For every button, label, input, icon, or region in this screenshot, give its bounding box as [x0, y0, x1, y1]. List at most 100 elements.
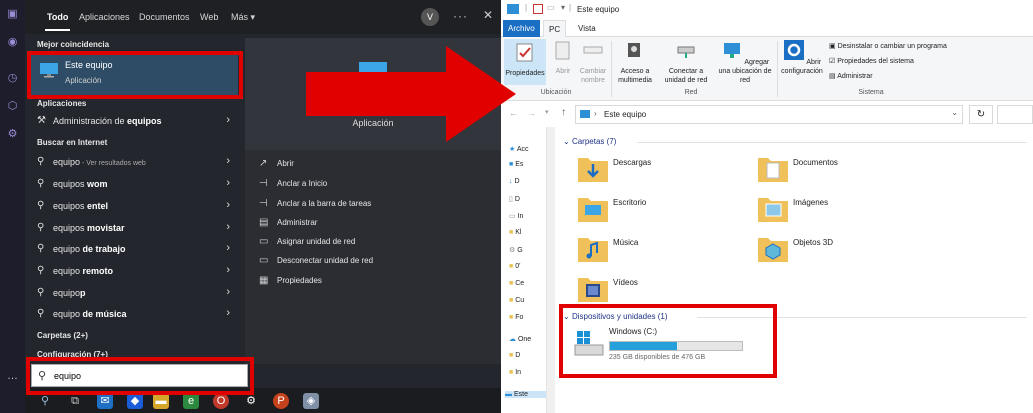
- opera-icon[interactable]: O: [213, 393, 229, 409]
- nav-item[interactable]: ■ D: [509, 352, 520, 359]
- web-result-prefix: equipos: [53, 179, 88, 189]
- chevron-right-icon[interactable]: ›: [226, 286, 230, 298]
- nav-item[interactable]: ■ Ce: [509, 280, 524, 287]
- twitch-icon[interactable]: ▣: [6, 8, 19, 21]
- uninstall-program-link[interactable]: ▣ Desinstalar o cambiar un programa: [829, 42, 947, 50]
- chevron-right-icon[interactable]: ›: [226, 307, 230, 319]
- filter-todo[interactable]: Todo: [44, 12, 71, 31]
- web-result-item[interactable]: ⚲ equipo de música ›: [31, 304, 238, 325]
- open-settings-button[interactable]: Abrir configuración: [779, 39, 825, 76]
- chevron-right-icon[interactable]: ›: [226, 177, 230, 189]
- recent-dropdown-icon[interactable]: ▾: [545, 108, 549, 116]
- app-icon[interactable]: ◈: [303, 393, 319, 409]
- quick-access-dropdown-icon[interactable]: ▾: [561, 3, 565, 12]
- folder-imagenes[interactable]: Imágenes: [757, 194, 927, 230]
- gear-icon[interactable]: ⚙: [6, 128, 19, 141]
- folder-label: Vídeos: [613, 278, 638, 287]
- task-view-icon[interactable]: ⧉: [67, 393, 83, 409]
- add-network-location-button[interactable]: Agregar una ubicación de red: [715, 39, 775, 85]
- web-result-item[interactable]: ⚲ equipo de trabajo ›: [31, 239, 238, 260]
- nav-item[interactable]: ■ Es: [509, 161, 523, 168]
- filter-mas[interactable]: Más ▾: [231, 12, 255, 23]
- settings-icon[interactable]: ⚙: [243, 393, 259, 409]
- cube-icon[interactable]: ⬡: [6, 100, 19, 113]
- nav-item[interactable]: ↓ D: [509, 178, 520, 185]
- mail-icon[interactable]: ✉: [97, 393, 113, 409]
- explorer-search-input[interactable]: [997, 105, 1033, 124]
- action-asignar-red[interactable]: ▭ Asignar unidad de red: [259, 234, 489, 252]
- address-input[interactable]: › Este equipo ⌄: [575, 105, 963, 124]
- clock-icon[interactable]: ◷: [6, 72, 19, 85]
- map-network-drive-button[interactable]: Conectar a unidad de red: [661, 39, 711, 85]
- folder-objetos-3d[interactable]: Objetos 3D: [757, 234, 927, 270]
- web-result-item[interactable]: ⚲ equipos wom ›: [31, 174, 238, 195]
- web-result-item[interactable]: ⚲ equipos movistar ›: [31, 218, 238, 239]
- action-administrar[interactable]: ▤ Administrar: [259, 215, 489, 233]
- folders-group-header[interactable]: ⌄ Carpetas (7): [563, 137, 616, 146]
- nav-item[interactable]: ■ Fo: [509, 314, 523, 321]
- search-icon: ⚲: [37, 308, 45, 319]
- web-result-item[interactable]: ⚲ equipop ›: [31, 283, 238, 304]
- action-anclar-inicio[interactable]: ⊣ Anclar a Inicio: [259, 176, 489, 194]
- nav-item[interactable]: ■ In: [509, 369, 521, 376]
- folder-escritorio[interactable]: Escritorio: [577, 194, 747, 230]
- web-result-item[interactable]: ⚲ equipo remoto ›: [31, 261, 238, 282]
- avatar[interactable]: V: [421, 8, 439, 26]
- nav-item[interactable]: ■ Cu: [509, 297, 524, 304]
- nav-item[interactable]: ☁ One: [509, 335, 531, 343]
- nav-scrollbar[interactable]: [546, 127, 555, 413]
- refresh-button[interactable]: ↻: [969, 105, 993, 124]
- tab-vista[interactable]: Vista: [573, 20, 601, 37]
- web-result-label: equipos entel: [53, 201, 108, 211]
- rename-button[interactable]: Cambiar nombre: [577, 39, 609, 85]
- nav-item-this-pc[interactable]: ▬ Este: [505, 391, 549, 398]
- filter-aplicaciones[interactable]: Aplicaciones: [79, 12, 130, 22]
- edge-icon[interactable]: e: [183, 393, 199, 409]
- more-options-icon[interactable]: ···: [453, 9, 468, 23]
- nav-item[interactable]: ▯ D: [509, 195, 520, 203]
- group-red-label: Red: [684, 89, 698, 96]
- folders-header: Carpetas (2+): [37, 331, 88, 340]
- filter-web[interactable]: Web: [200, 12, 218, 22]
- chevron-right-icon[interactable]: ›: [226, 199, 230, 211]
- folder-musica[interactable]: Música: [577, 234, 747, 270]
- action-propiedades[interactable]: ▦ Propiedades: [259, 273, 489, 291]
- forward-icon[interactable]: →: [527, 108, 536, 118]
- folder-documentos[interactable]: Documentos: [757, 154, 927, 190]
- chevron-right-icon[interactable]: ›: [226, 242, 230, 254]
- search-icon[interactable]: ⚲: [37, 393, 53, 409]
- tab-pc[interactable]: PC: [543, 20, 567, 37]
- filter-documentos[interactable]: Documentos: [139, 12, 190, 22]
- up-icon[interactable]: ↑: [561, 107, 566, 118]
- nav-item[interactable]: ■ Kl: [509, 229, 521, 236]
- app-result-item[interactable]: ⚒ Administración de equipos ›: [31, 111, 238, 132]
- close-icon[interactable]: ✕: [483, 8, 493, 22]
- action-desconectar-red[interactable]: ▭ Desconectar unidad de red: [259, 253, 489, 271]
- open-button[interactable]: Abrir: [551, 39, 575, 76]
- action-abrir[interactable]: ↗ Abrir: [259, 156, 489, 174]
- media-access-button[interactable]: Acceso a multimedia: [615, 39, 655, 85]
- chevron-right-icon[interactable]: ›: [226, 221, 230, 233]
- checkbox-icon[interactable]: [533, 4, 543, 14]
- nav-item[interactable]: ▭ In: [509, 212, 523, 220]
- web-result-item[interactable]: ⚲ equipos entel ›: [31, 196, 238, 217]
- more-icon[interactable]: …: [6, 370, 19, 383]
- folder-quick-icon[interactable]: ▭: [547, 3, 555, 12]
- nav-item[interactable]: ★ Acc: [509, 145, 529, 153]
- web-result-item[interactable]: ⚲ equipo - Ver resultados web ›: [31, 152, 238, 173]
- file-explorer-icon[interactable]: ▬: [153, 393, 169, 409]
- chevron-right-icon[interactable]: ›: [226, 114, 230, 126]
- folder-descargas[interactable]: Descargas: [577, 154, 747, 190]
- chevron-right-icon[interactable]: ›: [226, 155, 230, 167]
- chevron-down-icon[interactable]: ⌄: [951, 108, 958, 117]
- powerpoint-icon[interactable]: P: [273, 393, 289, 409]
- system-properties-link[interactable]: ☑ Propiedades del sistema: [829, 57, 914, 65]
- play-icon[interactable]: ◉: [6, 36, 19, 49]
- dropbox-icon[interactable]: ◆: [127, 393, 143, 409]
- nav-item[interactable]: ■ 0': [509, 263, 520, 270]
- action-anclar-barra[interactable]: ⊣ Anclar a la barra de tareas: [259, 196, 489, 214]
- chevron-right-icon[interactable]: ›: [226, 264, 230, 276]
- nav-item[interactable]: ⚙ G: [509, 246, 523, 254]
- tab-archivo[interactable]: Archivo: [503, 20, 540, 37]
- manage-link[interactable]: ▤ Administrar: [829, 72, 873, 80]
